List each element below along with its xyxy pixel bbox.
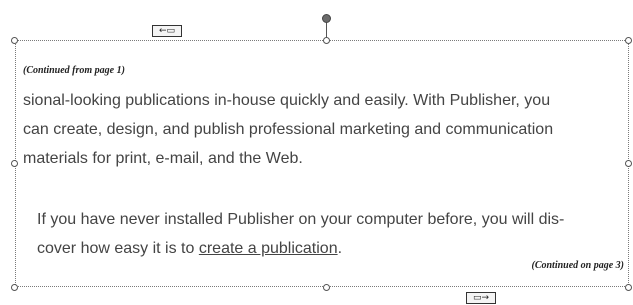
- create-publication-link[interactable]: create a publication: [199, 240, 338, 257]
- continued-on-notice: (Continued on page 3): [531, 260, 624, 271]
- previous-text-box-button[interactable]: ←▭: [152, 25, 182, 37]
- paragraph-line: If you have never installed Publisher on…: [37, 211, 565, 228]
- next-text-box-icon: ▭→: [472, 293, 490, 303]
- paragraph-line: cover how easy it is to create a publica…: [37, 234, 627, 263]
- paragraph-line: sional-looking publications in-house qui…: [23, 92, 551, 109]
- resize-handle-bottom-left[interactable]: [11, 284, 18, 291]
- resize-handle-bottom-center[interactable]: [323, 284, 330, 291]
- body-paragraph-1[interactable]: sional-looking publications in-house qui…: [23, 86, 626, 173]
- paragraph-line-text: cover how easy it is to: [37, 240, 199, 257]
- rotate-handle-icon[interactable]: [322, 14, 331, 23]
- paragraph-line: can create, design, and publish professi…: [23, 121, 554, 138]
- resize-handle-middle-right[interactable]: [625, 160, 632, 167]
- resize-handle-top-right[interactable]: [625, 37, 632, 44]
- paragraph-end-punctuation: .: [337, 240, 343, 257]
- body-paragraph-2[interactable]: If you have never installed Publisher on…: [37, 205, 627, 263]
- publication-canvas: ←▭ (Continued from page 1) sional-lookin…: [0, 0, 633, 305]
- resize-handle-middle-left[interactable]: [11, 160, 18, 167]
- continued-from-notice: (Continued from page 1): [23, 65, 125, 76]
- previous-text-box-icon: ←▭: [158, 26, 176, 36]
- resize-handle-bottom-right[interactable]: [625, 284, 632, 291]
- paragraph-line: materials for print, e-mail, and the Web…: [23, 150, 303, 167]
- resize-handle-top-left[interactable]: [11, 37, 18, 44]
- resize-handle-top-center[interactable]: [323, 37, 330, 44]
- next-text-box-button[interactable]: ▭→: [466, 292, 496, 304]
